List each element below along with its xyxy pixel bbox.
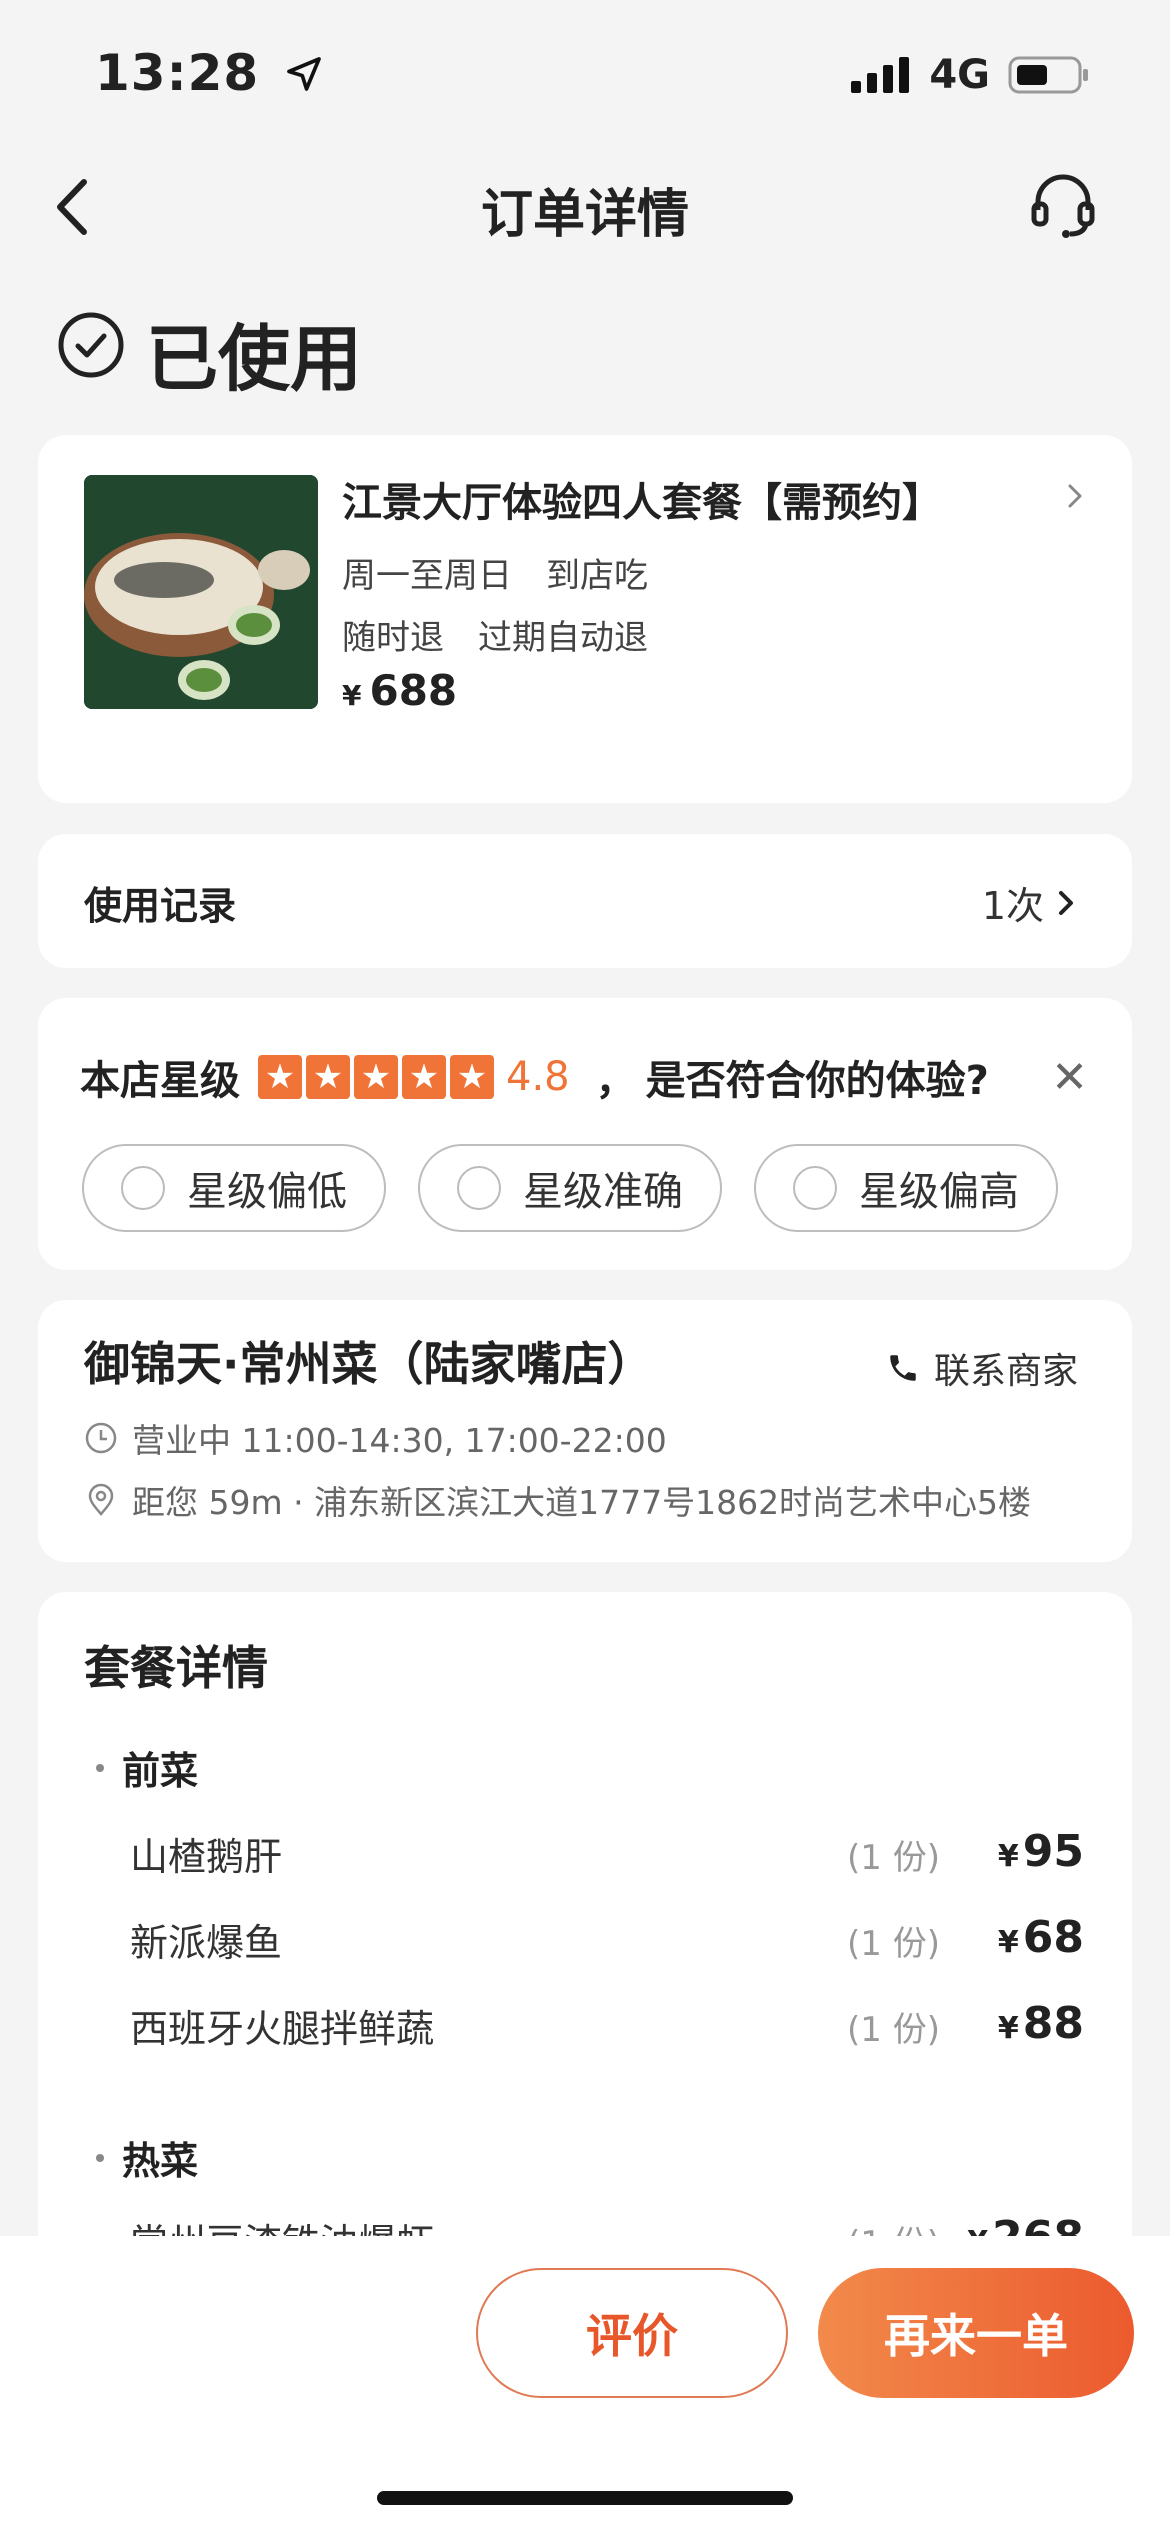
contact-merchant-button[interactable]: 联系商家	[886, 1342, 1078, 1394]
dish-price: ¥95	[997, 1826, 1084, 1877]
section-title: 热菜	[96, 2130, 198, 2185]
signal-icon	[851, 57, 910, 93]
frown-face-icon	[121, 1166, 165, 1210]
rating-question: 是否符合你的体验?	[645, 1058, 989, 1104]
reorder-button[interactable]: 再来一单	[818, 2268, 1134, 2398]
rating-accurate-button[interactable]: 星级准确	[418, 1144, 722, 1232]
chevron-right-icon	[1059, 890, 1073, 915]
status-indicators: 4G	[851, 52, 1090, 98]
product-title[interactable]: 江景大厅体验四人套餐【需预约】	[342, 470, 942, 528]
product-refund-policy: 随时退 过期自动退	[342, 618, 648, 658]
rating-low-button[interactable]: 星级偏低	[82, 1144, 386, 1232]
product-price: ¥688	[342, 666, 458, 715]
star-icon: ★	[306, 1055, 350, 1099]
status-time: 13:28	[95, 44, 324, 102]
rating-row: 本店星级 ★ ★ ★ ★ ★ 4.8 ， 是否符合你的体验?	[80, 1048, 989, 1106]
star-icon: ★	[354, 1055, 398, 1099]
rating-separator: ，	[595, 1058, 636, 1104]
home-indicator[interactable]	[377, 2491, 793, 2505]
star-icon: ★	[258, 1055, 302, 1099]
location-arrow-icon	[286, 57, 321, 91]
star-icon: ★	[402, 1055, 446, 1099]
chevron-right-icon[interactable]	[1064, 476, 1088, 516]
usage-record-label: 使用记录	[84, 884, 237, 928]
dish-price: ¥68	[997, 1912, 1084, 1963]
dish-name: 西班牙火腿拌鲜蔬	[130, 2007, 435, 2051]
dish-quantity: (1 份)	[847, 2010, 940, 2050]
review-button[interactable]: 评价	[476, 2268, 788, 2398]
package-title: 套餐详情	[84, 1641, 268, 1695]
shop-hours: 营业中 11:00-14:30, 17:00-22:00	[84, 1414, 667, 1462]
dish-quantity: (1 份)	[847, 1838, 940, 1878]
shop-address[interactable]: 距您 59m · 浦东新区滨江大道1777号1862时尚艺术中心5楼	[84, 1476, 1031, 1524]
phone-icon	[890, 1355, 916, 1381]
product-availability: 周一至周日 到店吃	[342, 556, 648, 596]
dish-name: 新派爆鱼	[130, 1921, 283, 1965]
clock-icon	[85, 1422, 117, 1454]
location-pin-icon	[88, 1483, 114, 1516]
rating-high-button[interactable]: 星级偏高	[754, 1144, 1058, 1232]
rating-value: 4.8	[506, 1054, 570, 1100]
product-image	[84, 475, 318, 709]
order-status: 已使用	[146, 317, 363, 401]
star-rating: ★ ★ ★ ★ ★	[258, 1055, 494, 1099]
dish-quantity: (1 份)	[847, 1924, 940, 1964]
frown-face-icon	[793, 1166, 837, 1210]
dish-name: 山楂鹅肝	[130, 1835, 283, 1879]
shop-name[interactable]: 御锦天·常州菜（陆家嘴店）	[84, 1328, 653, 1394]
smile-face-icon	[457, 1166, 501, 1210]
battery-icon	[1008, 56, 1088, 94]
network-type: 4G	[929, 52, 990, 98]
section-title: 前菜	[96, 1740, 198, 1795]
check-circle-icon	[58, 312, 124, 378]
page-title: 订单详情	[480, 185, 689, 245]
customer-service-icon[interactable]	[1028, 170, 1098, 240]
usage-record-count[interactable]: 1次	[982, 875, 1078, 930]
star-icon: ★	[450, 1055, 494, 1099]
rating-label: 本店星级	[80, 1058, 240, 1104]
dish-price: ¥88	[997, 1998, 1084, 2049]
close-icon[interactable]: ✕	[1051, 1052, 1088, 1103]
